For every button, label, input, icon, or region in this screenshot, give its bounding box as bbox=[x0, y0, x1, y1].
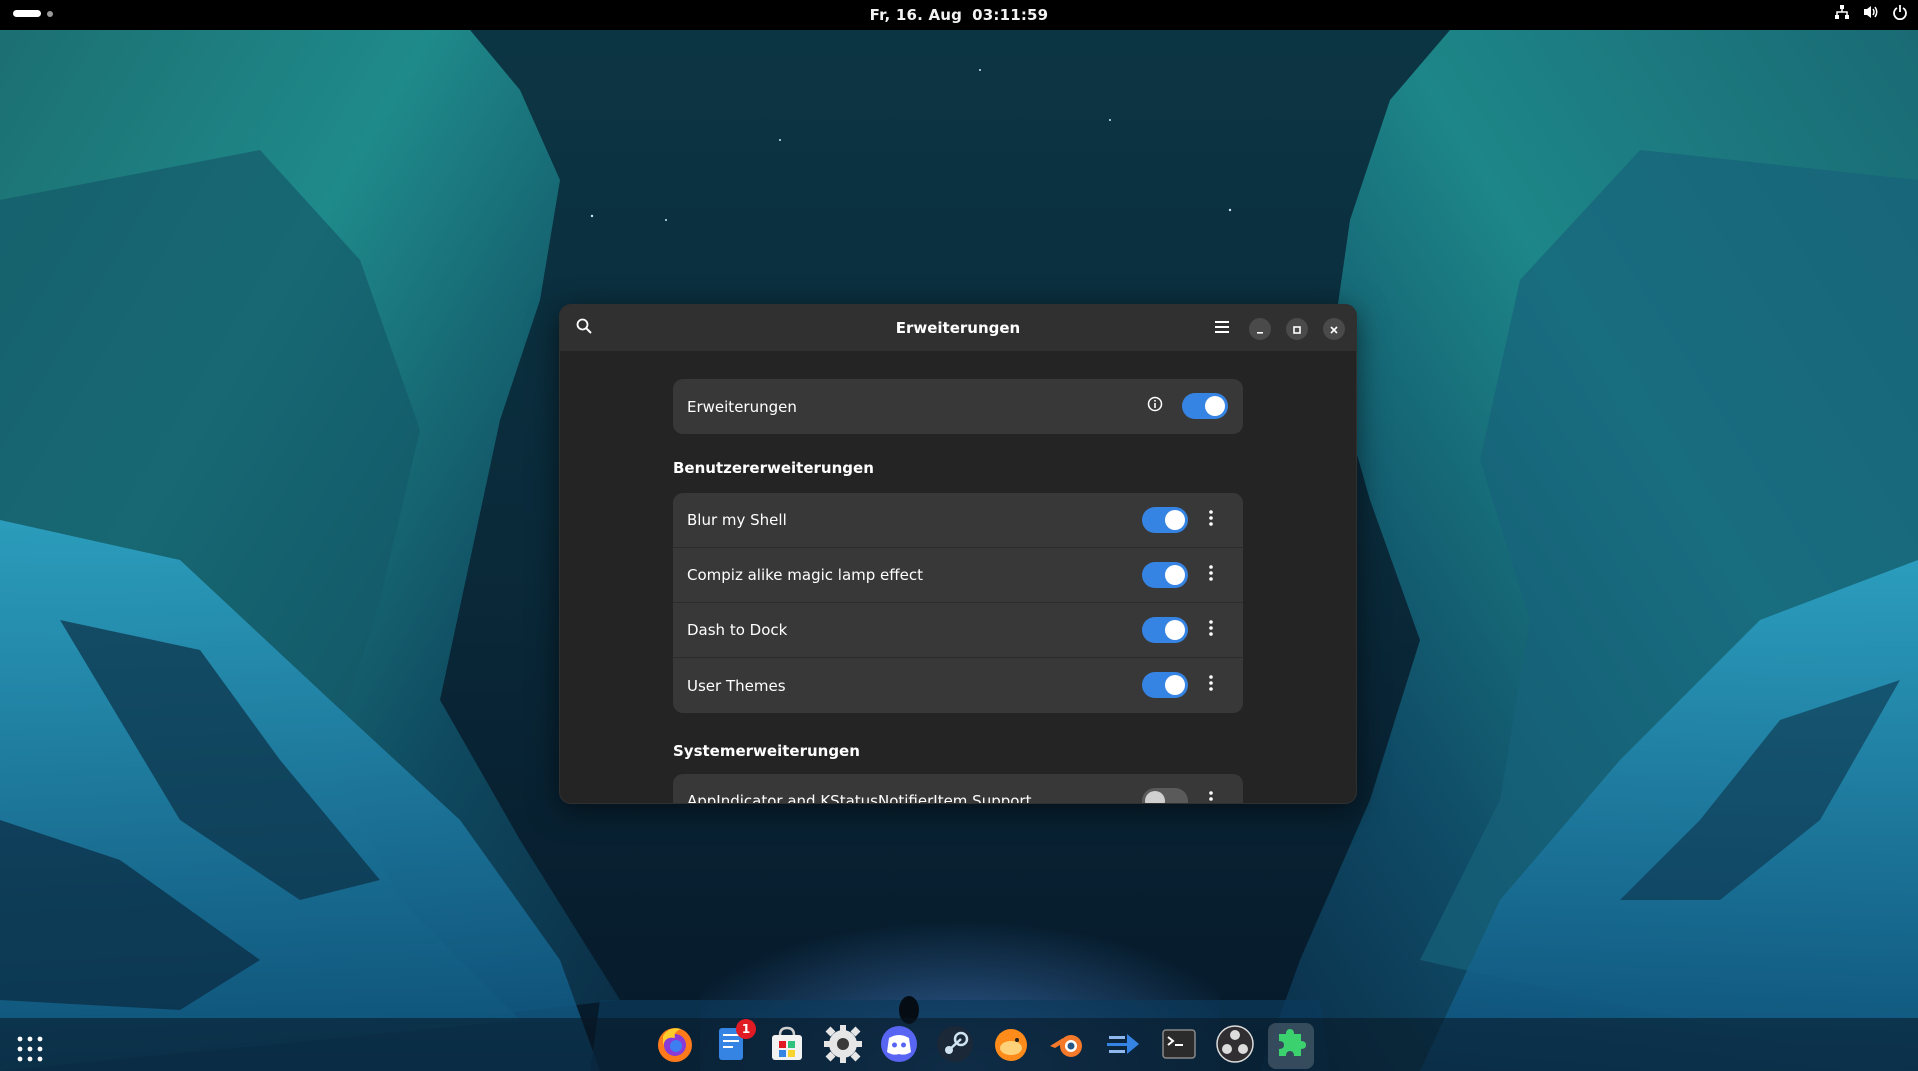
dock-item-text-editor[interactable]: 1 bbox=[708, 1019, 756, 1069]
extension-menu-button[interactable] bbox=[1199, 508, 1223, 532]
extension-switch-compiz-magic-lamp[interactable] bbox=[1142, 562, 1188, 588]
dock-item-obs[interactable] bbox=[1212, 1023, 1258, 1069]
window-title: Erweiterungen bbox=[895, 319, 1021, 337]
extension-label: User Themes bbox=[687, 676, 786, 695]
dock-item-fish-app[interactable] bbox=[988, 1023, 1034, 1069]
close-icon bbox=[1329, 320, 1339, 339]
search-icon bbox=[576, 318, 592, 338]
extension-row-blur-my-shell: Blur my Shell bbox=[673, 493, 1243, 548]
kebab-icon bbox=[1209, 620, 1213, 640]
extension-switch-dash-to-dock[interactable] bbox=[1142, 617, 1188, 643]
dock-item-extensions[interactable] bbox=[1268, 1023, 1314, 1069]
discord-icon bbox=[879, 1024, 919, 1068]
hamburger-icon bbox=[1214, 319, 1230, 338]
steam-icon bbox=[935, 1024, 975, 1068]
search-button[interactable] bbox=[572, 316, 596, 340]
extension-row-dash-to-dock: Dash to Dock bbox=[673, 603, 1243, 658]
terminal-icon bbox=[1159, 1024, 1199, 1068]
system-tray[interactable] bbox=[1834, 4, 1908, 20]
user-extensions-card: Blur my Shell Compiz alike magic lamp ef… bbox=[673, 493, 1243, 713]
extension-label: Blur my Shell bbox=[687, 511, 787, 529]
headerbar: Erweiterungen bbox=[560, 305, 1356, 351]
kebab-icon bbox=[1209, 791, 1213, 803]
dock-item-firefox[interactable] bbox=[652, 1023, 698, 1069]
workspace-indicator[interactable] bbox=[13, 10, 53, 17]
master-extensions-label: Erweiterungen bbox=[687, 397, 797, 416]
fish-app-icon bbox=[991, 1024, 1031, 1068]
dock: 1 bbox=[652, 1019, 1314, 1069]
extensions-list[interactable]: Erweiterungen Benutzererweiterungen Blur… bbox=[560, 351, 1356, 804]
kebab-icon bbox=[1209, 565, 1213, 585]
dock-item-discord[interactable] bbox=[876, 1023, 922, 1069]
workspace-active[interactable] bbox=[13, 10, 41, 17]
extension-menu-button[interactable] bbox=[1199, 563, 1223, 587]
master-extensions-card: Erweiterungen bbox=[673, 379, 1243, 434]
clock[interactable]: Fr, 16. Aug 03:11:59 bbox=[865, 6, 1054, 24]
settings-icon bbox=[823, 1024, 863, 1068]
workspace-inactive[interactable] bbox=[47, 10, 53, 17]
close-button[interactable] bbox=[1323, 318, 1345, 340]
blender-icon bbox=[1047, 1024, 1087, 1068]
extension-row-compiz-magic-lamp: Compiz alike magic lamp effect bbox=[673, 548, 1243, 603]
dock-item-blender[interactable] bbox=[1044, 1023, 1090, 1069]
kebab-icon bbox=[1209, 510, 1213, 530]
extension-menu-button[interactable] bbox=[1199, 618, 1223, 642]
power-icon[interactable] bbox=[1892, 4, 1908, 20]
master-extensions-switch[interactable] bbox=[1182, 393, 1228, 419]
section-title-user-extensions: Benutzererweiterungen bbox=[673, 459, 874, 477]
notification-badge: 1 bbox=[736, 1019, 756, 1039]
extension-label: Compiz alike magic lamp effect bbox=[687, 566, 923, 584]
extension-row-user-themes: User Themes bbox=[673, 658, 1243, 713]
extension-switch-user-themes[interactable] bbox=[1142, 672, 1188, 698]
minimize-button[interactable] bbox=[1249, 318, 1271, 340]
dock-item-settings[interactable] bbox=[820, 1023, 866, 1069]
section-title-system-extensions: Systemerweiterungen bbox=[673, 742, 860, 760]
firefox-icon bbox=[655, 1024, 695, 1068]
extension-menu-button[interactable] bbox=[1199, 673, 1223, 697]
info-button[interactable] bbox=[1144, 395, 1166, 417]
extension-switch-appindicator[interactable] bbox=[1142, 788, 1188, 803]
kebab-icon bbox=[1209, 675, 1213, 695]
info-icon bbox=[1147, 396, 1163, 416]
extension-row-appindicator: AppIndicator and KStatusNotifierItem Sup… bbox=[673, 774, 1243, 804]
dock-item-transfer-app[interactable] bbox=[1100, 1023, 1146, 1069]
dock-item-terminal[interactable] bbox=[1156, 1023, 1202, 1069]
clock-date: Fr, 16. Aug bbox=[869, 6, 963, 24]
master-extensions-row: Erweiterungen bbox=[673, 379, 1243, 434]
dock-item-software[interactable] bbox=[764, 1023, 810, 1069]
dock-item-steam[interactable] bbox=[932, 1023, 978, 1069]
extension-label: Dash to Dock bbox=[687, 621, 788, 639]
extension-label: AppIndicator and KStatusNotifierItem Sup… bbox=[687, 792, 1032, 804]
extensions-icon bbox=[1271, 1024, 1311, 1068]
volume-icon[interactable] bbox=[1862, 4, 1880, 20]
maximize-icon bbox=[1292, 320, 1302, 339]
clock-time: 03:11:59 bbox=[972, 6, 1049, 24]
top-bar: Fr, 16. Aug 03:11:59 bbox=[0, 0, 1918, 30]
obs-icon bbox=[1215, 1024, 1255, 1068]
main-menu-button[interactable] bbox=[1210, 316, 1234, 340]
extension-menu-button[interactable] bbox=[1199, 789, 1223, 803]
extension-switch-blur-my-shell[interactable] bbox=[1142, 507, 1188, 533]
app-grid-icon bbox=[16, 1036, 44, 1067]
network-icon[interactable] bbox=[1834, 4, 1850, 20]
transfer-app-icon bbox=[1103, 1024, 1143, 1068]
software-store-icon bbox=[767, 1024, 807, 1068]
show-apps-button[interactable] bbox=[16, 1035, 44, 1063]
minimize-icon bbox=[1255, 320, 1265, 339]
extensions-window: Erweiterungen Erweiterungen Benutzererwe… bbox=[559, 304, 1357, 804]
maximize-button[interactable] bbox=[1286, 318, 1308, 340]
system-extensions-card: AppIndicator and KStatusNotifierItem Sup… bbox=[673, 774, 1243, 804]
